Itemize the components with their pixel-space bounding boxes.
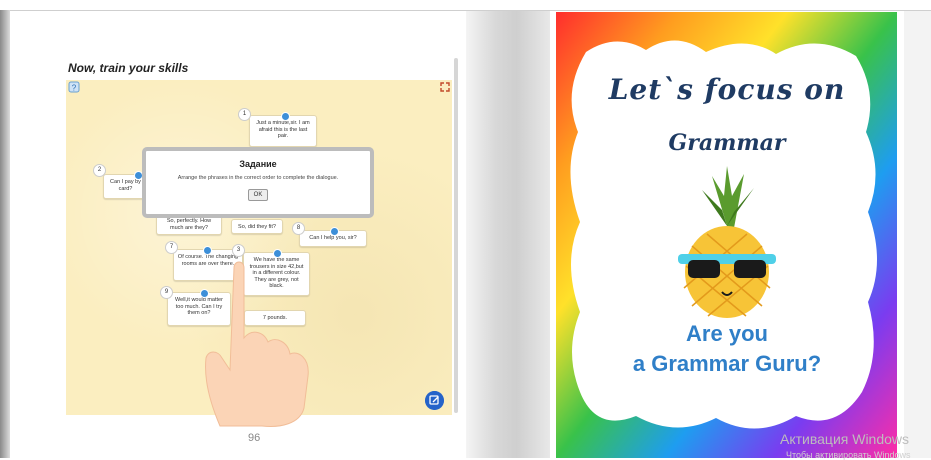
- phrase-card[interactable]: Just a minute,sir. I am afraid this is t…: [249, 112, 317, 147]
- svg-text:?: ?: [72, 84, 77, 93]
- right-edge: [904, 11, 931, 458]
- phrase-card[interactable]: So, did they fit?: [231, 219, 283, 234]
- edit-tool-icon[interactable]: [425, 391, 444, 410]
- phrase-card-text: Can I pay by card?: [110, 179, 141, 192]
- cover-question-line1: Are you: [686, 321, 768, 346]
- card-number: 9: [160, 286, 173, 299]
- card-number: 3: [232, 244, 245, 257]
- pointing-hand: [205, 261, 309, 427]
- card-number: 1: [238, 108, 251, 121]
- book-left-edge: [0, 10, 10, 458]
- section-heading: Now, train your skills: [68, 61, 189, 75]
- card-number: 7: [165, 241, 178, 254]
- cover-question-line2: a Grammar Guru?: [632, 351, 822, 376]
- pineapple-icon: [678, 166, 776, 318]
- help-icon[interactable]: ?: [68, 81, 80, 93]
- windows-activation-hint: Чтобы активировать Windows: [786, 450, 911, 460]
- ok-button[interactable]: OK: [247, 189, 269, 201]
- cover-title-line2: Grammar: [668, 130, 786, 156]
- scrollbar[interactable]: [454, 58, 458, 413]
- page-number: 96: [248, 432, 261, 444]
- phrase-card-text: So, perfectly. How much are they?: [166, 218, 212, 231]
- phrase-card-text: So, did they fit?: [238, 224, 276, 230]
- dialog-title: Задание: [239, 159, 277, 169]
- cover-title-line1: Let`s focus on: [608, 73, 846, 106]
- card-number: 8: [292, 222, 305, 235]
- book-gutter: [466, 11, 550, 458]
- task-dialog: Задание Arrange the phrases in the corre…: [142, 147, 374, 218]
- phrase-card-text: Just a minute,sir. I am afraid this is t…: [256, 120, 310, 139]
- windows-activation-watermark: Активация Windows: [780, 431, 910, 447]
- card-number: 2: [93, 164, 106, 177]
- fullscreen-icon[interactable]: [440, 82, 450, 92]
- phrase-card[interactable]: Can I help you, sir?: [299, 227, 367, 247]
- dialog-text: Arrange the phrases in the correct order…: [177, 175, 339, 181]
